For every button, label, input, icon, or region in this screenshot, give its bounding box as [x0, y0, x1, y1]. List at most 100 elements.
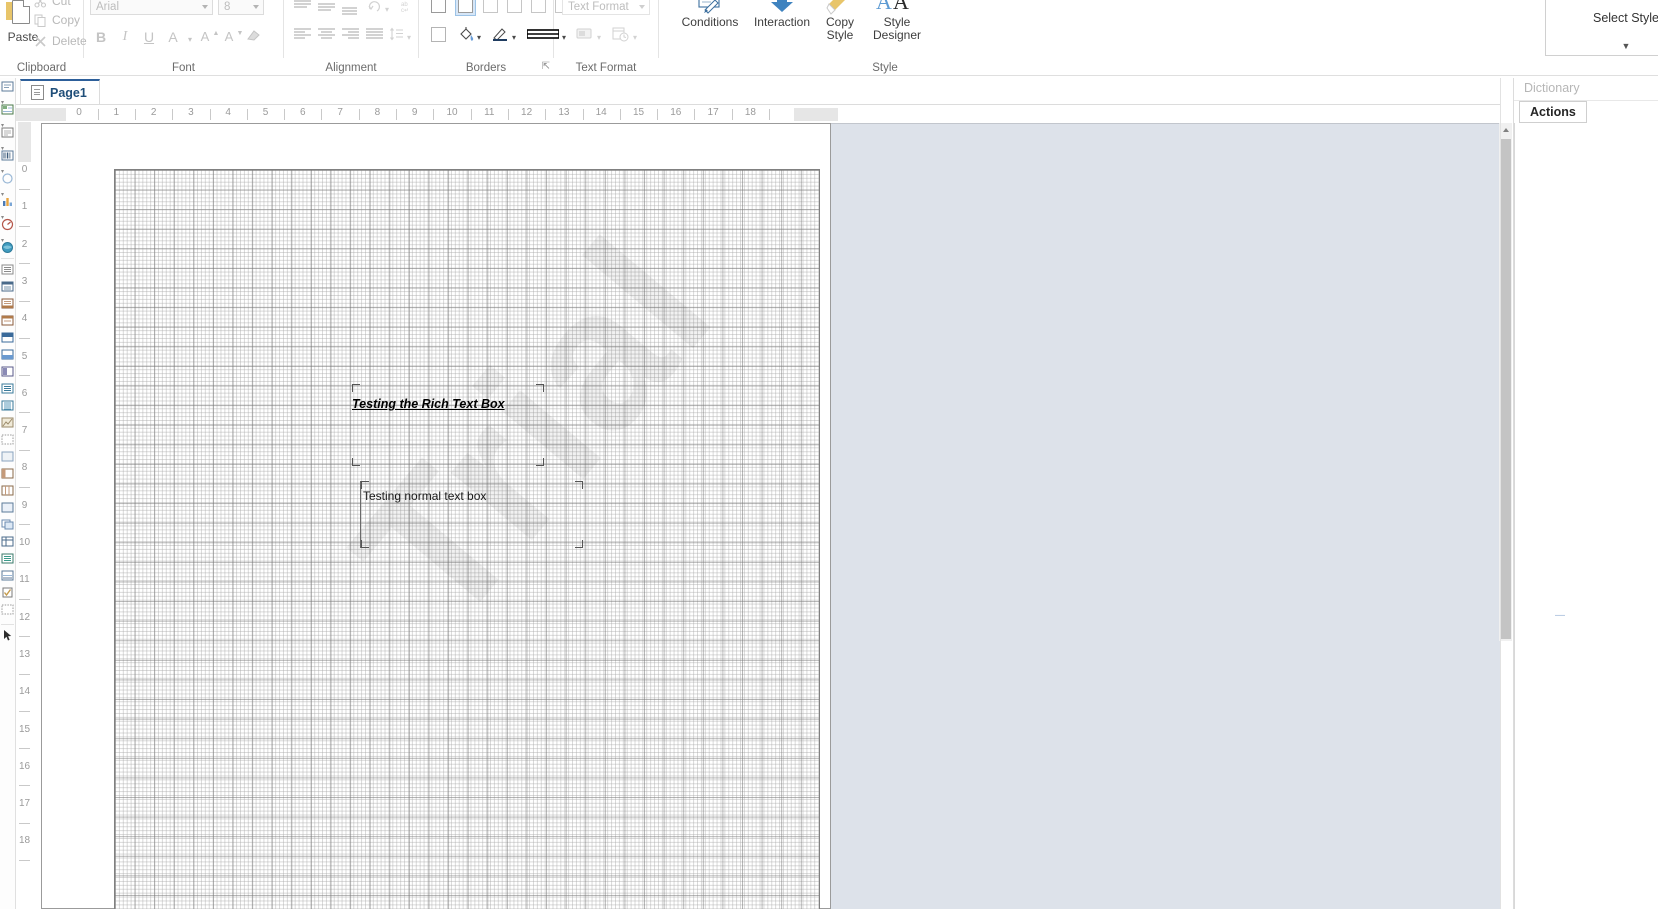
empty-band-icon[interactable]	[1, 450, 14, 463]
style-designer-button[interactable]: A A Style Designer	[867, 0, 927, 42]
dictionary-tab-label[interactable]: Dictionary	[1524, 81, 1580, 95]
bold-button[interactable]: B	[92, 28, 110, 46]
shape-component-icon[interactable]	[1, 172, 14, 185]
border-fill-icon[interactable]	[457, 25, 475, 43]
table-component-icon[interactable]	[1, 535, 14, 548]
border-right-icon[interactable]	[531, 0, 546, 13]
report-summary-band-icon[interactable]	[1, 348, 14, 361]
overlay-band-icon[interactable]	[1, 416, 14, 429]
chart-component-icon[interactable]	[1, 195, 14, 208]
border-all-icon[interactable]	[431, 0, 446, 13]
text-rotation-caret-icon[interactable]: ▾	[385, 3, 393, 16]
resize-handle-bottom-right[interactable]	[536, 458, 544, 466]
align-bottom-icon[interactable]	[342, 5, 359, 18]
resize-handle-top-left[interactable]	[352, 384, 360, 392]
border-box-icon[interactable]	[431, 27, 446, 42]
report-title-band-icon[interactable]	[1, 331, 14, 344]
align-right-icon[interactable]	[342, 28, 359, 41]
normal-text-box[interactable]: Testing normal text box	[360, 481, 583, 548]
cut-button[interactable]: Cut	[34, 0, 71, 8]
actions-tab[interactable]: Actions	[1519, 101, 1587, 123]
page-grid[interactable]: Trial Testing the Rich Text Box Testing …	[114, 169, 820, 909]
border-top-icon[interactable]	[507, 0, 522, 13]
font-size-combo[interactable]: 8	[218, 0, 264, 15]
horizontal-ruler[interactable]: 0 1 2 3 4 5 6 7 8 9 10 11 12 13 14 15 16 17 18	[16, 106, 1500, 122]
gauge-component-icon[interactable]	[1, 218, 14, 231]
column-header-band-icon[interactable]	[1, 382, 14, 395]
rich-text-component-icon[interactable]	[1, 103, 14, 116]
clone-panel-icon[interactable]	[1, 518, 14, 531]
tab-page1[interactable]: Page1	[20, 79, 100, 104]
resize-handle-top-right[interactable]	[536, 384, 544, 392]
font-family-combo[interactable]: Arial	[90, 0, 213, 15]
select-style-chevron-down-icon[interactable]: ▼	[1546, 41, 1658, 51]
text-rotation-icon[interactable]	[368, 0, 382, 14]
cross-band-icon[interactable]	[1, 467, 14, 480]
sub-report-icon[interactable]	[1, 552, 14, 565]
text-format-combo[interactable]: Text Format	[562, 0, 650, 15]
vertical-ruler[interactable]: 0 1 2 3 4 5 6 7 8 9 10 11 12 13 14 15 16 17 18	[16, 122, 33, 909]
checkbox-component-icon[interactable]	[1, 586, 14, 599]
copy-style-button[interactable]: Copy Style	[819, 0, 861, 42]
border-none-selected[interactable]	[455, 0, 476, 16]
barcode-component-icon[interactable]	[1, 149, 14, 162]
border-color-caret-icon[interactable]: ▾	[512, 31, 520, 44]
clear-formatting-button[interactable]	[244, 28, 262, 46]
gauge-caret-icon[interactable]: ▾	[1, 233, 14, 244]
image-caret-icon[interactable]: ▾	[1, 141, 14, 152]
dashboard-component-icon[interactable]	[1, 603, 14, 616]
font-color-button[interactable]: A	[164, 28, 182, 46]
border-color-icon[interactable]	[491, 25, 509, 43]
align-top-icon[interactable]	[294, 0, 311, 13]
text-format-caret-icon[interactable]: ▾	[597, 31, 605, 44]
borders-dialog-launcher-icon[interactable]: ⇱	[542, 61, 550, 72]
date-format-icon[interactable]	[612, 26, 630, 42]
column-footer-band-icon[interactable]	[1, 399, 14, 412]
delete-button[interactable]: Delete	[34, 34, 87, 48]
rich-text-caret-icon[interactable]: ▾	[1, 118, 14, 129]
text-format-icon[interactable]	[576, 26, 594, 42]
align-middle-icon[interactable]	[318, 2, 335, 15]
line-spacing-caret-icon[interactable]: ▾	[407, 31, 415, 44]
map-component-icon[interactable]	[1, 241, 14, 254]
footer-band-icon[interactable]	[1, 297, 14, 310]
zip-code-icon[interactable]	[1, 569, 14, 582]
resize-handle-bottom-left[interactable]	[352, 458, 360, 466]
conditions-button[interactable]: Conditions	[679, 0, 741, 29]
word-wrap-icon[interactable]: ab c↵	[401, 0, 414, 14]
resize-handle-bottom-right[interactable]	[575, 540, 583, 548]
interaction-button[interactable]: Interaction	[751, 0, 813, 29]
copy-button[interactable]: Copy	[34, 13, 80, 27]
shape-caret-icon[interactable]: ▾	[1, 187, 14, 198]
data-band-icon[interactable]	[1, 263, 14, 276]
rich-text-box[interactable]: Testing the Rich Text Box	[352, 384, 544, 466]
select-style-gallery[interactable]: Select Style ▼	[1545, 0, 1658, 56]
barcode-caret-icon[interactable]: ▾	[1, 164, 14, 175]
image-component-icon[interactable]	[1, 126, 14, 139]
text-component-icon[interactable]	[1, 80, 14, 93]
line-spacing-icon[interactable]	[390, 27, 404, 41]
panel-component-icon[interactable]	[1, 501, 14, 514]
header-band-icon[interactable]	[1, 280, 14, 293]
border-left-icon[interactable]	[483, 0, 498, 13]
italic-button[interactable]: I	[116, 28, 134, 46]
resize-handle-bottom-left[interactable]	[361, 540, 369, 548]
resize-handle-top-right[interactable]	[575, 481, 583, 489]
page-header-band-icon[interactable]	[1, 365, 14, 378]
align-left-icon[interactable]	[294, 28, 311, 41]
select-tool-icon[interactable]	[1, 629, 14, 642]
underline-button[interactable]: U	[140, 28, 158, 46]
design-canvas[interactable]: Trial Testing the Rich Text Box Testing …	[33, 122, 1500, 909]
chart-caret-icon[interactable]: ▾	[1, 210, 14, 221]
resize-handle-top-left[interactable]	[361, 481, 369, 489]
text-component-caret-icon[interactable]: ▾	[1, 95, 14, 106]
panel-collapse-marker-icon[interactable]: —	[1555, 610, 1565, 621]
group-header-band-icon[interactable]	[1, 314, 14, 327]
border-fill-caret-icon[interactable]: ▾	[477, 31, 485, 44]
child-band-icon[interactable]	[1, 433, 14, 446]
align-center-icon[interactable]	[318, 28, 335, 41]
date-format-caret-icon[interactable]: ▾	[633, 31, 641, 44]
align-justify-icon[interactable]	[366, 28, 383, 41]
scrollbar-thumb[interactable]	[1500, 139, 1511, 639]
cross-data-band-icon[interactable]	[1, 484, 14, 497]
